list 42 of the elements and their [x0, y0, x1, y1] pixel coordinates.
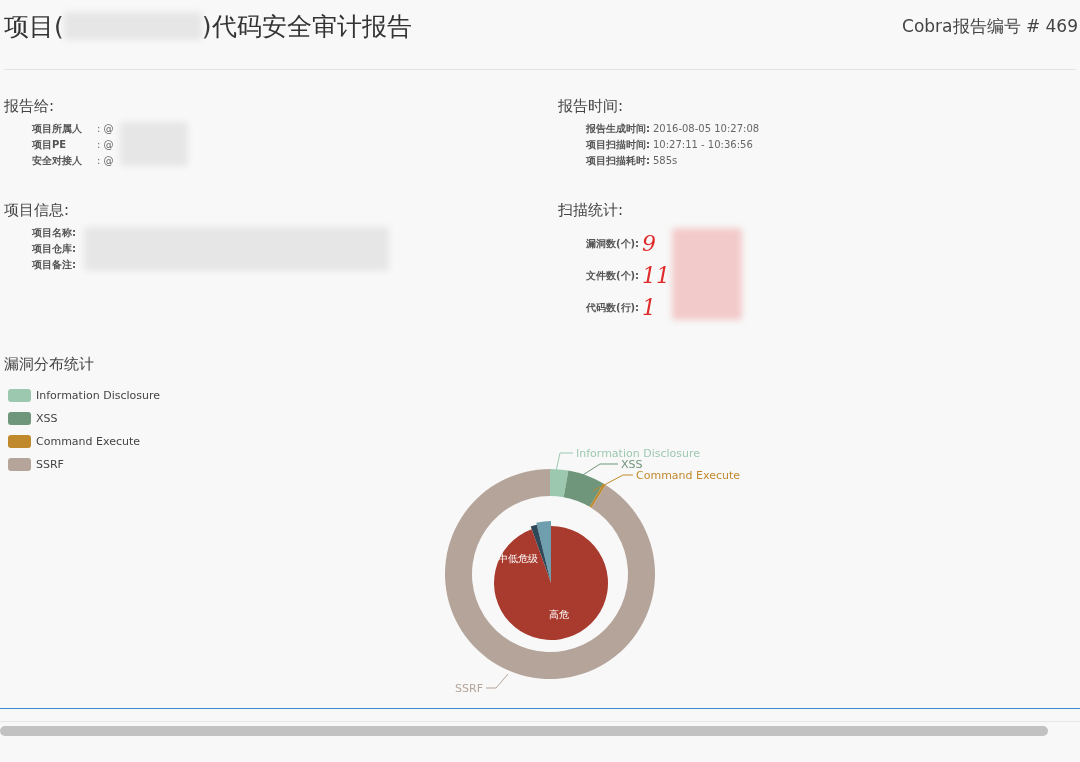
slice-label: SSRF: [455, 682, 483, 695]
report-title: 项目(: [4, 10, 64, 43]
report-title: )代码安全审计报告: [201, 10, 412, 43]
legend-label: Command Execute: [36, 435, 141, 448]
legend-label: SSRF: [36, 458, 64, 471]
stat-label: 代码数(行):: [585, 301, 640, 315]
leader-line: [485, 673, 509, 689]
field-label: 项目备注:: [32, 258, 76, 272]
field-label: 项目名称:: [32, 226, 76, 240]
scrollbar-thumb[interactable]: [0, 726, 1048, 736]
stat-value: 9: [642, 236, 657, 252]
stat-label: 漏洞数(个):: [585, 237, 640, 251]
section-heading: 扫描统计:: [557, 200, 623, 221]
field-label: 报告生成时间:: [585, 122, 650, 136]
section-heading: 报告时间:: [557, 96, 623, 117]
field-value: : @: [97, 138, 114, 152]
section-heading: 漏洞分布统计: [4, 354, 94, 375]
stat-label: 文件数(个):: [585, 269, 640, 283]
field-value: : @: [97, 122, 114, 136]
field-value: 10:27:11 - 10:36:56: [652, 138, 753, 152]
slice-label: 高危: [549, 609, 569, 620]
slice-label: XSS: [621, 458, 643, 471]
field-label: 项目仓库:: [32, 242, 76, 256]
section-heading: 报告给:: [4, 96, 55, 117]
stat-value: 11: [642, 268, 671, 284]
slice-label: Command Execute: [636, 469, 741, 482]
field-value: 585s: [652, 154, 678, 168]
legend-label: Information Disclosure: [36, 389, 160, 402]
field-value: 2016-08-05 10:27:08: [652, 122, 760, 136]
field-label: 项目PE: [32, 138, 68, 152]
stat-value: 1: [642, 300, 657, 316]
field-value: : @: [97, 154, 114, 168]
field-label: 项目扫描时间:: [585, 138, 650, 152]
field-label: 项目所属人: [32, 122, 83, 136]
legend-label: XSS: [36, 412, 58, 425]
field-label: 安全对接人: [32, 154, 83, 168]
section-heading: 项目信息:: [4, 200, 70, 221]
field-label: 项目扫描耗时:: [585, 154, 650, 168]
report-number: Cobra报告编号 # 469: [902, 14, 1079, 38]
slice-label: Information Disclosure: [576, 447, 700, 460]
slice-label: 中低危级: [498, 553, 538, 564]
leader-line: [592, 474, 634, 492]
